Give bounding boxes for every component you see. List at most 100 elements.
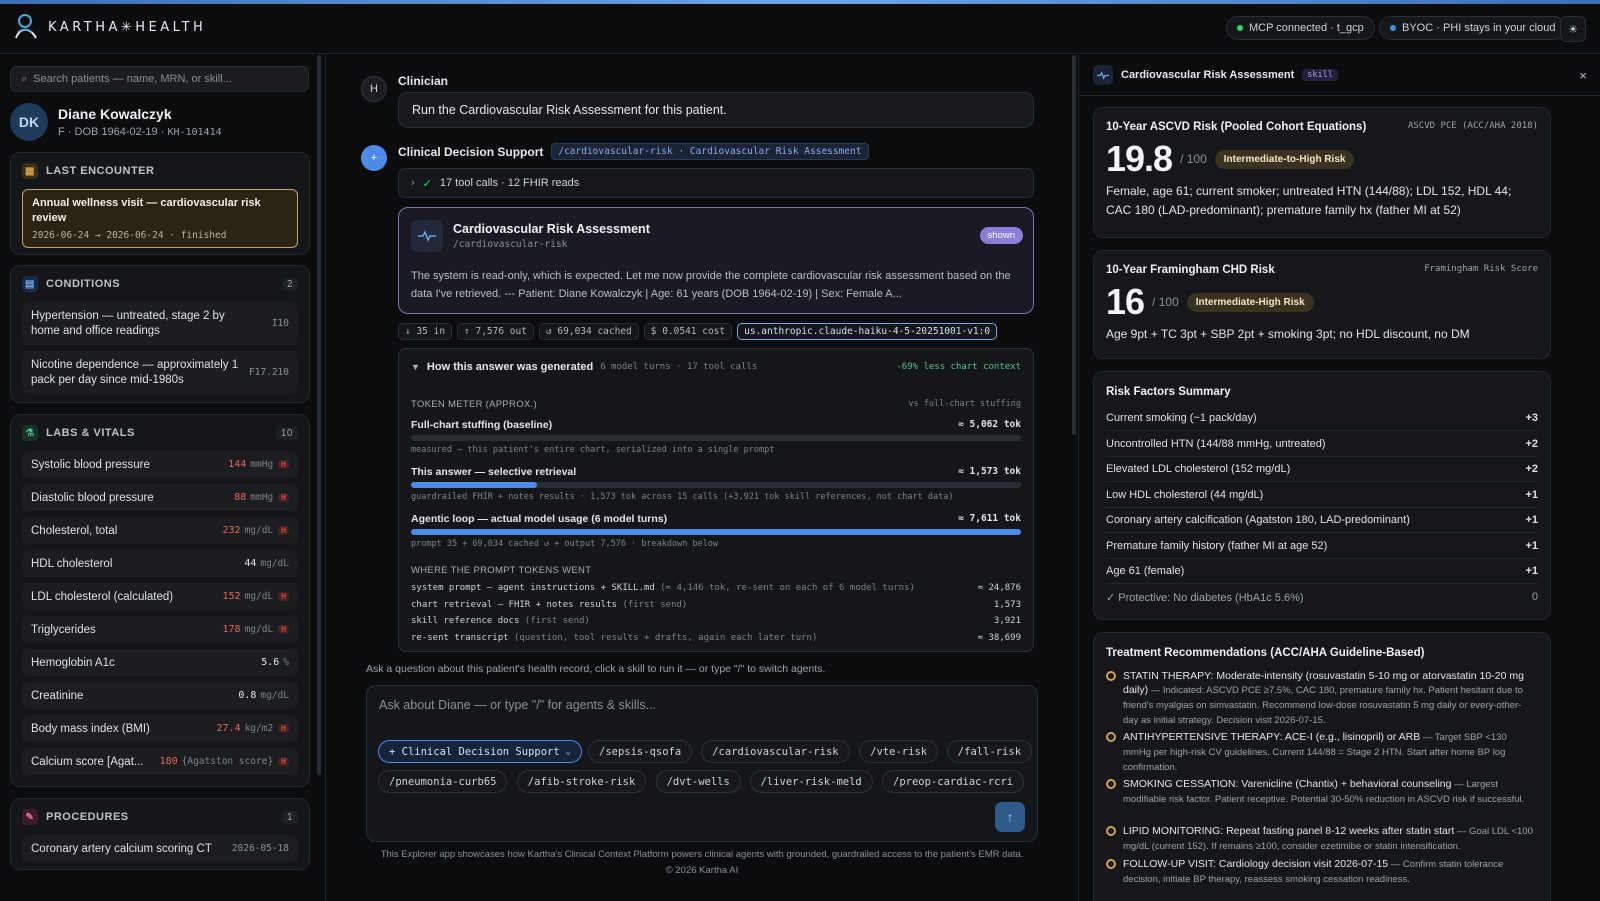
- lab-row[interactable]: HDL cholesterol 44 mg/dL: [22, 550, 298, 577]
- lab-row[interactable]: Systolic blood pressure 144 mmHg H: [22, 451, 298, 478]
- lab-row[interactable]: Creatinine 0.8 mg/dL: [22, 682, 298, 709]
- clipboard-icon: ▤: [22, 276, 38, 292]
- high-flag-badge: H: [278, 460, 289, 469]
- prompt-token-source: skill reference docs: [411, 616, 525, 626]
- skill-chip[interactable]: /cardiovascular-risk: [701, 740, 850, 763]
- lab-row[interactable]: Body mass index (BMI) 27.4 kg/m2 H: [22, 715, 298, 742]
- mcp-status-pill[interactable]: MCP connected · t_gcp: [1226, 16, 1375, 40]
- byoc-status-pill[interactable]: BYOC · PHI stays in your cloud: [1379, 16, 1567, 40]
- token-meter-subtext: measured — this patient's entire chart, …: [411, 445, 775, 455]
- scalpel-icon: ✎: [22, 809, 38, 825]
- skill-result-card[interactable]: Cardiovascular Risk Assessment /cardiova…: [398, 207, 1034, 314]
- ascvd-scale: / 100: [1180, 152, 1207, 166]
- framingham-description: Age 9pt + TC 3pt + SBP 2pt + smoking 3pt…: [1106, 327, 1470, 341]
- token-meter-bar-fill: [411, 529, 1021, 535]
- lab-row[interactable]: LDL cholesterol (calculated) 152 mg/dL H: [22, 583, 298, 610]
- lab-unit: mg/dL: [244, 624, 274, 635]
- lab-unit: mg/dL: [244, 525, 274, 536]
- risk-factor-label: Low HDL cholesterol (44 mg/dL): [1106, 488, 1264, 501]
- treatment-title: FOLLOW-UP VISIT: Cardiology decision vis…: [1123, 858, 1389, 870]
- tool-summary-text: 17 tool calls · 12 FHIR reads: [439, 177, 580, 189]
- close-icon[interactable]: ×: [1579, 68, 1587, 83]
- encounter-item[interactable]: Annual wellness visit — cardiovascular r…: [22, 189, 298, 248]
- skill-chip[interactable]: /liver-risk-meld: [749, 770, 873, 793]
- lab-label: Triglycerides: [31, 623, 96, 636]
- skill-chip[interactable]: /vte-risk: [859, 740, 939, 763]
- token-meter-row: Agentic loop — actual model usage (6 mod…: [411, 513, 1021, 525]
- risk-factor-points: +1: [1525, 539, 1538, 552]
- risk-factor-points: +1: [1525, 514, 1538, 526]
- lab-row[interactable]: Hemoglobin A1c 5.6%: [22, 649, 298, 676]
- condition-label: Hypertension — untreated, stage 2 by hom…: [31, 309, 225, 337]
- lab-number: 144: [228, 459, 247, 470]
- lab-row[interactable]: Calcium score [Agat... 180 {Agatston score…: [22, 748, 298, 775]
- composer-input[interactable]: Ask about Diane — or type "/" for agents…: [379, 698, 656, 712]
- composer-hint: Ask a question about this patient's heal…: [366, 663, 826, 675]
- prompt-tokens-heading: WHERE THE PROMPT TOKENS WENT: [411, 565, 592, 576]
- encounter-title: Annual wellness visit — cardiovascular r…: [32, 197, 261, 224]
- lab-row[interactable]: Diastolic blood pressure 88 mmHg H: [22, 484, 298, 511]
- shown-badge[interactable]: shown: [979, 227, 1023, 244]
- model-chip[interactable]: us.anthropic.claude-haiku-4-5-20251001-v…: [737, 323, 998, 340]
- chat-scrollbar[interactable]: [1072, 55, 1076, 435]
- framingham-title: 10-Year Framingham CHD Risk: [1106, 264, 1275, 276]
- patient-header[interactable]: DK Diane Kowalczyk F · DOB 1964-02-19 · …: [10, 103, 222, 141]
- clinician-message: Run the Cardiovascular Risk Assessment f…: [398, 92, 1034, 128]
- lab-value: 144 mmHg H: [228, 459, 289, 470]
- condition-item[interactable]: Nicotine dependence — approximately 1 pa…: [22, 351, 298, 394]
- prompt-token-value: ≈ 24,876: [977, 583, 1021, 593]
- lab-number: 88: [234, 492, 247, 503]
- lab-row[interactable]: Cholesterol, total 232 mg/dL H: [22, 517, 298, 544]
- prompt-token-label: chart retrieval — FHIR + notes results (…: [411, 600, 687, 610]
- skill-chip[interactable]: /pneumonia-curb65: [378, 770, 508, 793]
- brand-logo[interactable]: KARTHA✳HEALTH: [12, 12, 206, 42]
- lab-value: 152 mg/dL H: [223, 591, 289, 602]
- generation-header[interactable]: ▼ How this answer was generated 6 model …: [411, 361, 1021, 373]
- labs-header: ⚗ LABS & VITALS 10: [11, 415, 309, 451]
- lab-number: 180: [159, 756, 178, 767]
- lab-unit: mg/dL: [260, 558, 289, 569]
- token-meter-label: Agentic loop — actual model usage (6 mod…: [411, 513, 668, 525]
- condition-item[interactable]: Hypertension — untreated, stage 2 by hom…: [22, 302, 298, 345]
- lab-unit: kg/m2: [244, 723, 274, 734]
- check-icon: ✓: [422, 177, 432, 190]
- theme-toggle-button[interactable]: ☀: [1560, 16, 1586, 42]
- skill-chip[interactable]: /afib-stroke-risk: [516, 770, 647, 793]
- route-tag[interactable]: /cardiovascular-risk · Cardiovascular Ri…: [551, 143, 869, 160]
- skill-chip[interactable]: /preop-cardiac-rcri: [882, 770, 1025, 793]
- risk-factor-label: Age 61 (female): [1106, 565, 1185, 577]
- skill-chip[interactable]: /sepsis-qsofa: [588, 740, 693, 763]
- circle-icon: [1106, 779, 1116, 789]
- token-meter-value: ≈ 5,062 tok: [958, 419, 1021, 430]
- lab-row[interactable]: Triglycerides 178 mg/dL H: [22, 616, 298, 643]
- lab-label: Diastolic blood pressure: [31, 491, 154, 504]
- token-meter-value: ≈ 7,611 tok: [958, 513, 1021, 524]
- prompt-token-value: 1,573: [993, 599, 1021, 610]
- lab-number: 5.6: [261, 657, 280, 668]
- panel-title: Cardiovascular Risk Assessment: [1121, 69, 1295, 81]
- skill-chip[interactable]: /fall-risk: [946, 740, 1033, 763]
- high-flag-badge: H: [278, 493, 289, 502]
- lab-label: Hemoglobin A1c: [31, 656, 115, 669]
- ascvd-method: ASCVD PCE (ACC/AHA 2018): [1407, 121, 1538, 131]
- token-meter-subtext: guardrailed FHIR + notes results · 1,573…: [411, 492, 954, 502]
- prompt-token-note: (question, tool results + drafts, again …: [513, 632, 818, 643]
- skill-chip[interactable]: /dvt-wells: [655, 770, 741, 793]
- risk-factor-row: Low HDL cholesterol (44 mg/dL) +1: [1106, 483, 1538, 508]
- tool-calls-summary[interactable]: › ✓ 17 tool calls · 12 FHIR reads: [398, 168, 1034, 198]
- procedure-item[interactable]: Coronary artery calcium scoring CT 2026-…: [22, 835, 298, 862]
- lab-value: 232 mg/dL H: [223, 525, 289, 536]
- token-meter-row: Full-chart stuffing (baseline) ≈ 5,062 to…: [411, 419, 1021, 431]
- agent-select-dropdown[interactable]: + Clinical Decision Support ⌄: [378, 740, 582, 763]
- token-meter-label: This answer — selective retrieval: [411, 466, 577, 478]
- high-flag-badge: H: [278, 592, 289, 601]
- patient-search-input[interactable]: ⌕ Search patients — name, MRN, or skill.…: [10, 66, 309, 92]
- circle-icon: [1106, 826, 1116, 836]
- treatment-title: ANTIHYPERTENSIVE THERAPY: ACE-I (e.g., l…: [1123, 731, 1421, 743]
- prompt-token-note: (≈ 4,146 tok, re-sent on each of 6 model…: [660, 583, 915, 593]
- kartha-logo-icon: [15, 14, 37, 39]
- send-button[interactable]: ↑: [995, 802, 1025, 832]
- app-header: KARTHA✳HEALTH MCP connected · t_gcp BYOC…: [0, 4, 1600, 54]
- sidebar-scrollbar[interactable]: [317, 55, 321, 775]
- lab-label: LDL cholesterol (calculated): [31, 590, 174, 603]
